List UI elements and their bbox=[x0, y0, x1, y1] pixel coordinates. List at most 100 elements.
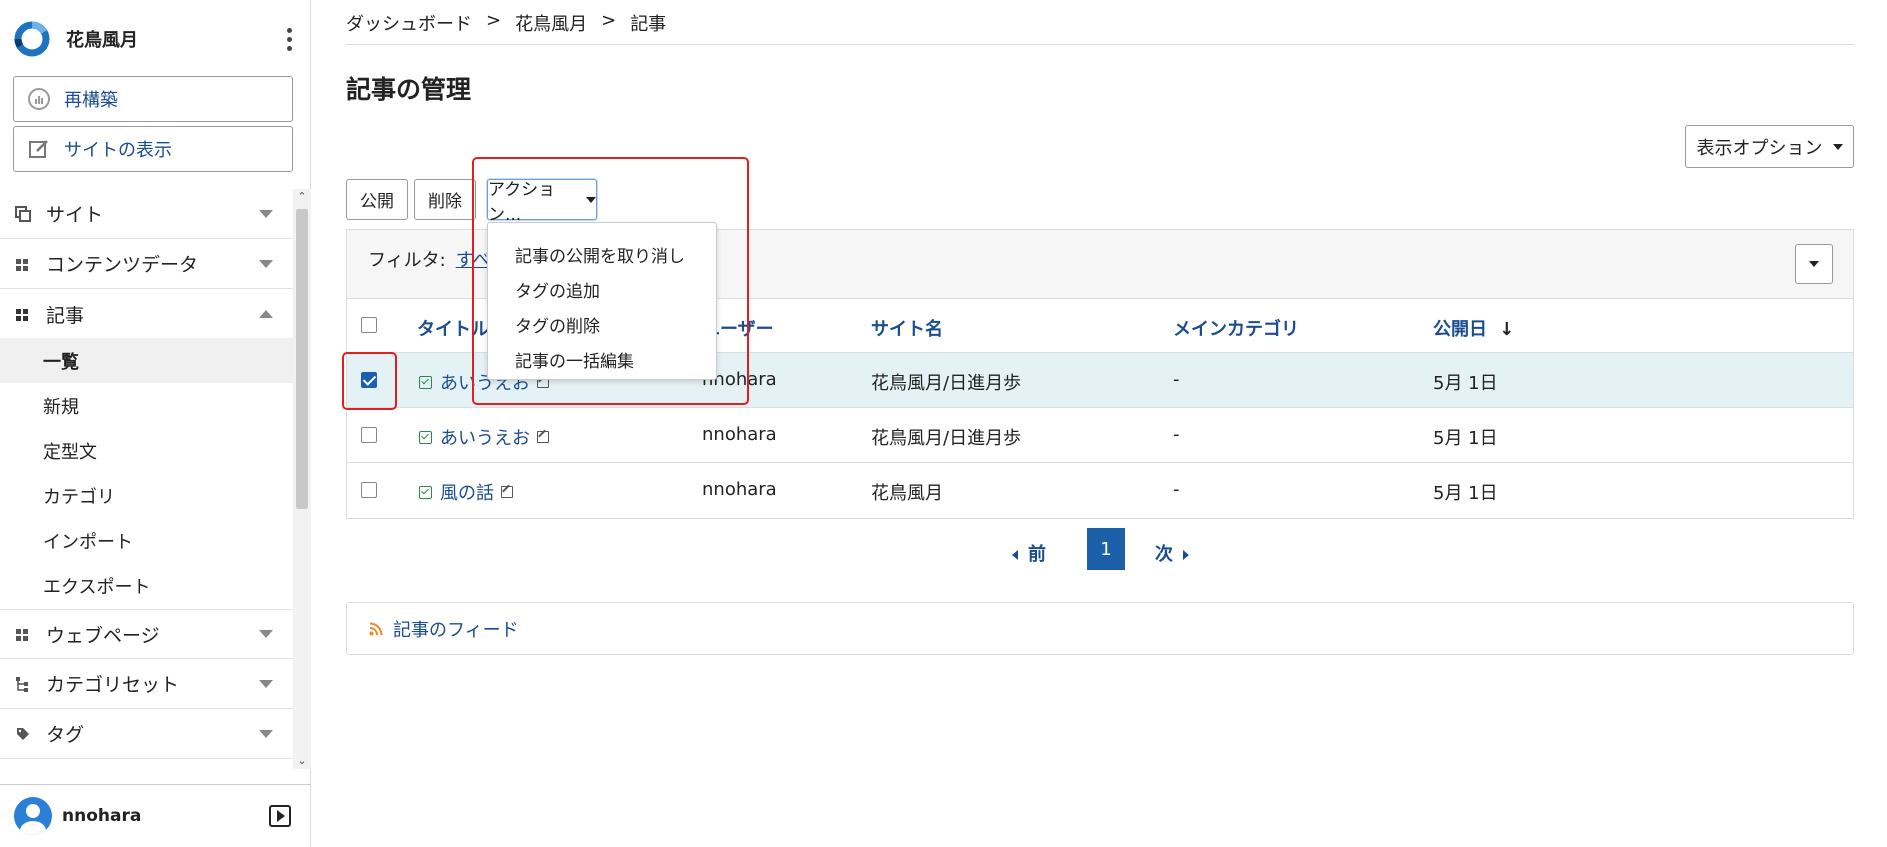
current-page[interactable]: 1 bbox=[1087, 528, 1125, 570]
prev-label: 前 bbox=[1028, 544, 1046, 565]
view-site-button[interactable]: サイトの表示 bbox=[13, 126, 293, 172]
caret-down-icon bbox=[586, 196, 596, 203]
site-name: 花鳥風月 bbox=[66, 30, 138, 51]
cell-site: 花鳥風月/日進月歩 bbox=[871, 373, 1022, 394]
article-title-link[interactable]: あいうえお bbox=[419, 424, 549, 450]
sidebar-item-category[interactable]: カテゴリ bbox=[0, 473, 293, 518]
nav-section-label: コンテンツデータ bbox=[46, 254, 199, 276]
collapse-sidebar-icon[interactable] bbox=[269, 805, 291, 827]
publish-button[interactable]: 公開 bbox=[346, 179, 408, 220]
cell-site: 花鳥風月 bbox=[871, 483, 943, 504]
sidebar-item-new[interactable]: 新規 bbox=[0, 383, 293, 428]
sidebar: 花鳥風月 再構築 サイトの表示 サイト コンテンツデータ 記事 一覧 新規 定型… bbox=[0, 0, 311, 847]
cell-date: 5月 1日 bbox=[1433, 373, 1498, 394]
display-options-button[interactable]: 表示オプション bbox=[1685, 125, 1854, 168]
caret-down-icon bbox=[1832, 143, 1843, 150]
sidebar-item-list[interactable]: 一覧 bbox=[0, 338, 293, 383]
cell-date: 5月 1日 bbox=[1433, 428, 1498, 449]
actions-menu: 記事の公開を取り消し タグの追加 タグの削除 記事の一括編集 bbox=[487, 222, 717, 380]
article-title-link[interactable]: 風の話 bbox=[419, 479, 513, 505]
menu-item-unpublish[interactable]: 記事の公開を取り消し bbox=[488, 237, 716, 272]
menu-item-add-tags[interactable]: タグの追加 bbox=[488, 272, 716, 307]
column-date[interactable]: 公開日 ↓ bbox=[1433, 315, 1514, 341]
row-checkbox[interactable] bbox=[361, 427, 377, 443]
delete-button[interactable]: 削除 bbox=[414, 179, 476, 220]
published-status-icon bbox=[419, 485, 432, 499]
webpages-icon bbox=[14, 625, 32, 643]
filter-toggle-button[interactable] bbox=[1795, 244, 1833, 284]
chevron-right-icon bbox=[1183, 550, 1189, 560]
breadcrumb-dashboard[interactable]: ダッシュボード bbox=[346, 10, 472, 36]
nav-section-label: 記事 bbox=[46, 304, 85, 327]
prev-page-link[interactable]: 前 bbox=[1012, 540, 1046, 566]
nav-section-label: タグ bbox=[46, 724, 85, 746]
select-all-checkbox[interactable] bbox=[361, 317, 377, 333]
external-edit-icon bbox=[26, 136, 52, 162]
nav-section-site[interactable]: サイト bbox=[0, 189, 293, 239]
nav-section-tags[interactable]: タグ bbox=[0, 709, 293, 759]
feed-box: 記事のフィード bbox=[346, 602, 1854, 655]
view-site-label: サイトの表示 bbox=[64, 140, 172, 161]
published-status-icon bbox=[419, 430, 432, 444]
feed-label: 記事のフィード bbox=[393, 619, 519, 641]
column-site[interactable]: サイト名 bbox=[871, 315, 943, 341]
feed-link[interactable]: 記事のフィード bbox=[369, 616, 519, 642]
next-page-link[interactable]: 次 bbox=[1155, 540, 1189, 566]
chevron-left-icon bbox=[1012, 550, 1018, 560]
sidebar-item-import[interactable]: インポート bbox=[0, 518, 293, 563]
column-category[interactable]: メインカテゴリ bbox=[1173, 315, 1299, 341]
pagination: 前 1 次 bbox=[311, 528, 1887, 570]
breadcrumb-separator: > bbox=[486, 10, 502, 31]
rebuild-button[interactable]: 再構築 bbox=[13, 76, 293, 122]
menu-item-remove-tags[interactable]: タグの削除 bbox=[488, 307, 716, 342]
nav-section-content-data[interactable]: コンテンツデータ bbox=[0, 239, 293, 289]
article-title: 風の話 bbox=[440, 483, 494, 504]
breadcrumb-site[interactable]: 花鳥風月 bbox=[515, 10, 587, 36]
cell-user: nnohara bbox=[702, 479, 777, 500]
breadcrumb-current: 記事 bbox=[630, 14, 667, 35]
filter-link[interactable]: すべ bbox=[456, 250, 491, 271]
user-name[interactable]: nnohara bbox=[62, 806, 269, 826]
caret-down-icon bbox=[1809, 261, 1819, 267]
menu-item-batch-edit[interactable]: 記事の一括編集 bbox=[488, 342, 716, 377]
tag-icon bbox=[14, 725, 32, 743]
sidebar-item-export[interactable]: エクスポート bbox=[0, 563, 293, 608]
chevron-down-icon bbox=[259, 630, 273, 638]
nav-section-webpages[interactable]: ウェブページ bbox=[0, 609, 293, 659]
rebuild-label: 再構築 bbox=[64, 90, 118, 111]
site-logo-icon bbox=[14, 21, 50, 57]
scroll-up-icon[interactable]: ⌃ bbox=[293, 189, 311, 205]
main-content: ダッシュボード > 花鳥風月 > 記事 記事の管理 表示オプション 公開 削除 … bbox=[311, 0, 1887, 847]
breadcrumb: ダッシュボード > 花鳥風月 > 記事 bbox=[346, 10, 666, 36]
content-data-icon bbox=[14, 255, 32, 273]
avatar[interactable] bbox=[14, 797, 52, 835]
filter-label-text: フィルタ: bbox=[368, 250, 446, 271]
column-title[interactable]: タイトル bbox=[417, 315, 489, 341]
nav-section-label: カテゴリセット bbox=[46, 674, 180, 696]
table-row: 風の話 nnohara 花鳥風月 - 5月 1日 bbox=[347, 463, 1853, 518]
rss-icon bbox=[369, 622, 383, 635]
cell-date: 5月 1日 bbox=[1433, 483, 1498, 504]
sidebar-item-boilerplate[interactable]: 定型文 bbox=[0, 428, 293, 473]
nav-section-category-sets[interactable]: カテゴリセット bbox=[0, 659, 293, 709]
more-menu-icon[interactable] bbox=[279, 24, 299, 54]
scroll-down-icon[interactable]: ⌄ bbox=[293, 753, 311, 769]
actions-dropdown-button[interactable]: アクション... bbox=[487, 179, 597, 225]
cell-site: 花鳥風月/日進月歩 bbox=[871, 428, 1022, 449]
row-checkbox[interactable] bbox=[361, 372, 377, 388]
nav-section-articles[interactable]: 記事 bbox=[0, 289, 293, 339]
scrollbar-thumb[interactable] bbox=[296, 209, 308, 509]
articles-icon bbox=[14, 305, 32, 323]
cell-user: nnohara bbox=[702, 424, 777, 445]
cell-category: - bbox=[1173, 369, 1180, 390]
row-checkbox[interactable] bbox=[361, 482, 377, 498]
sidebar-scrollbar[interactable]: ⌃ ⌄ bbox=[293, 189, 311, 769]
site-icon bbox=[14, 205, 32, 223]
edit-icon[interactable] bbox=[501, 486, 513, 498]
display-options-label: 表示オプション bbox=[1696, 137, 1823, 159]
edit-icon[interactable] bbox=[537, 431, 549, 443]
user-bar: nnohara bbox=[0, 784, 311, 847]
column-date-label: 公開日 bbox=[1433, 319, 1487, 340]
published-status-icon bbox=[419, 375, 432, 389]
filter-label: フィルタ: すべ bbox=[368, 246, 490, 272]
